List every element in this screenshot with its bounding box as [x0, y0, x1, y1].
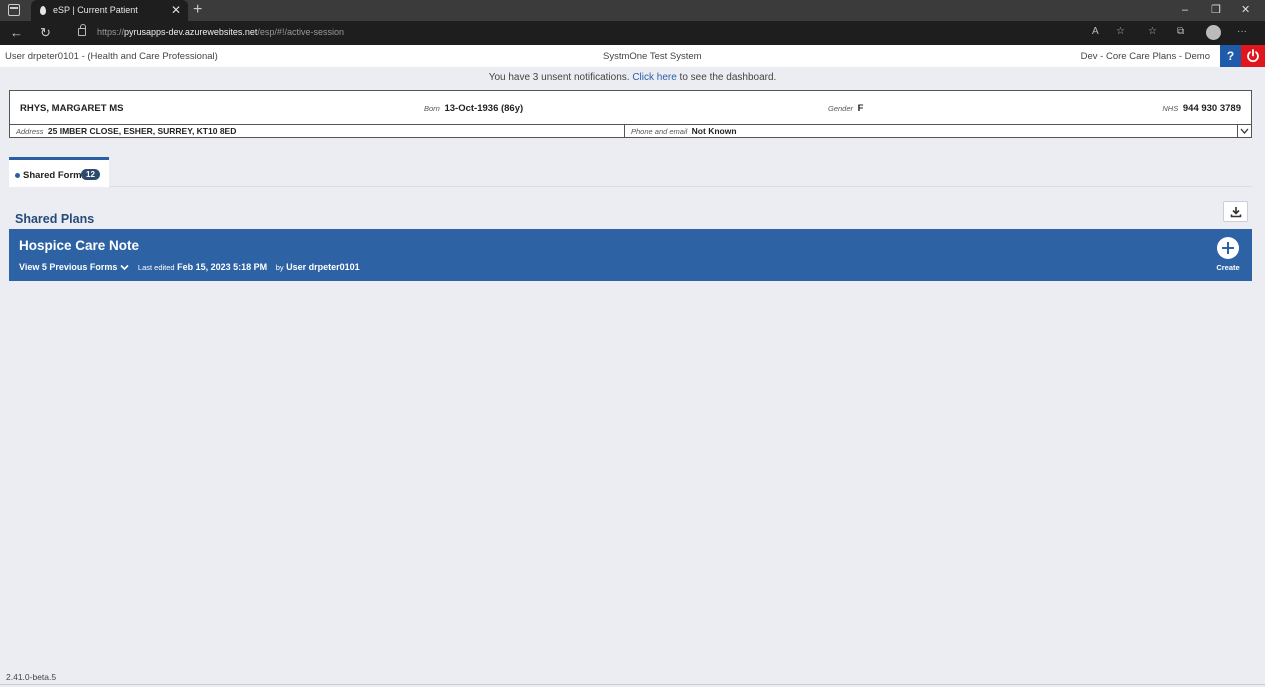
system-name: SystmOne Test System	[603, 51, 702, 62]
logout-button[interactable]	[1241, 45, 1265, 67]
download-icon	[1230, 207, 1242, 218]
view-previous-forms-link[interactable]: View 5 Previous Forms	[19, 262, 129, 272]
favorites-icon[interactable]: ☆	[1148, 26, 1157, 37]
gender-value: F	[857, 103, 864, 114]
browser-tab[interactable]: eSP | Current Patient ✕	[31, 0, 188, 21]
browser-tab-bar: eSP | Current Patient ✕ + – ❐ ✕	[0, 0, 1265, 21]
tab-strip: Shared Forms 12	[9, 157, 1252, 187]
address-value: 25 IMBER CLOSE, ESHER, SURREY, KT10 8ED	[47, 126, 237, 136]
contact-divider	[624, 125, 625, 138]
tab-shared-forms[interactable]: Shared Forms 12	[9, 157, 109, 187]
restore-button[interactable]: ❐	[1211, 0, 1221, 20]
last-edited-value: Feb 15, 2023 5:18 PM	[177, 262, 268, 272]
reload-icon[interactable]: ↻	[40, 25, 51, 41]
patient-phone-email: Phone and email Not Known	[631, 126, 737, 136]
browser-address-bar: ← ↻ https://pyrusapps-dev.azurewebsites.…	[0, 21, 1265, 45]
nhs-value: 944 930 3789	[1182, 103, 1241, 114]
edited-by-value: User drpeter0101	[286, 262, 360, 272]
patient-contact: Address 25 IMBER CLOSE, ESHER, SURREY, K…	[10, 125, 1251, 138]
gender-label: Gender	[828, 104, 854, 113]
chevron-down-icon	[120, 265, 129, 271]
tab-count-badge: 12	[81, 169, 100, 180]
environment-name: Dev - Core Care Plans - Demo	[1080, 51, 1210, 62]
more-icon[interactable]: ···	[1237, 26, 1247, 37]
address-label: Address	[16, 127, 44, 136]
close-window-button[interactable]: ✕	[1241, 0, 1250, 20]
dashboard-link[interactable]: Click here	[632, 72, 676, 83]
url-prefix: https://	[97, 27, 125, 37]
collections-icon[interactable]: ⧉	[1177, 26, 1184, 37]
patient-gender: Gender F	[828, 103, 863, 114]
power-icon	[1247, 49, 1259, 63]
browser-tab-title: eSP | Current Patient	[53, 5, 138, 15]
form-title[interactable]: Hospice Care Note	[19, 238, 139, 253]
edited-by-label: by	[275, 263, 284, 272]
download-button[interactable]	[1223, 201, 1248, 222]
patient-demographics: RHYS, MARGARET MS Born 13-Oct-1936 (86y)…	[10, 91, 1251, 125]
patient-address: Address 25 IMBER CLOSE, ESHER, SURREY, K…	[16, 126, 236, 136]
patient-nhs-number: NHS 944 930 3789	[1162, 103, 1241, 114]
form-card: Hospice Care Note View 5 Previous Forms …	[9, 229, 1252, 281]
phone-value: Not Known	[691, 126, 737, 136]
previous-forms-label: View 5 Previous Forms	[19, 262, 118, 272]
back-icon[interactable]: ←	[10, 25, 23, 41]
tab-actions-icon[interactable]	[8, 4, 20, 16]
section-title: Shared Plans	[15, 212, 95, 226]
minimize-button[interactable]: –	[1182, 0, 1188, 20]
favorite-icon[interactable]: ☆	[1116, 26, 1125, 37]
bottom-border	[0, 684, 1265, 685]
patient-name: RHYS, MARGARET MS	[20, 103, 124, 114]
url-field[interactable]: https://pyrusapps-dev.azurewebsites.net/…	[97, 27, 344, 37]
close-tab-icon[interactable]: ✕	[171, 0, 181, 21]
url-path: /esp/#!/active-session	[257, 27, 344, 37]
notification-text-after: to see the dashboard.	[676, 72, 777, 83]
question-icon: ?	[1226, 49, 1235, 63]
patient-banner: RHYS, MARGARET MS Born 13-Oct-1936 (86y)…	[9, 90, 1252, 138]
last-edited-label: Last edited	[137, 263, 175, 272]
tab-label: Shared Forms	[23, 170, 87, 181]
patient-dob: Born 13-Oct-1936 (86y)	[424, 103, 523, 114]
create-form-button[interactable]: Create	[1213, 237, 1243, 277]
dob-value: 13-Oct-1936 (86y)	[444, 103, 524, 114]
favicon-icon	[40, 6, 46, 15]
dob-label: Born	[424, 104, 440, 113]
phone-label: Phone and email	[631, 127, 688, 136]
plus-icon	[1217, 237, 1239, 259]
expand-banner-button[interactable]	[1237, 125, 1251, 138]
new-tab-button[interactable]: +	[193, 0, 202, 20]
active-dot-icon	[15, 173, 20, 178]
url-host: pyrusapps-dev.azurewebsites.net	[124, 27, 258, 37]
notification-text: You have 3 unsent notifications.	[488, 72, 633, 83]
app-header: User drpeter0101 - (Health and Care Prof…	[0, 45, 1265, 67]
notification-message: You have 3 unsent notifications. Click h…	[0, 72, 1265, 83]
lock-icon[interactable]	[78, 24, 86, 36]
nhs-label: NHS	[1162, 104, 1179, 113]
create-label: Create	[1216, 263, 1240, 272]
app-version: 2.41.0-beta.5	[6, 672, 57, 682]
form-meta: View 5 Previous Forms Last edited Feb 15…	[19, 262, 360, 272]
read-aloud-icon[interactable]: A	[1092, 26, 1099, 37]
current-user: User drpeter0101 - (Health and Care Prof…	[5, 51, 218, 62]
help-button[interactable]: ?	[1220, 45, 1241, 67]
chevron-down-icon	[1240, 128, 1249, 134]
profile-icon[interactable]	[1206, 25, 1221, 40]
